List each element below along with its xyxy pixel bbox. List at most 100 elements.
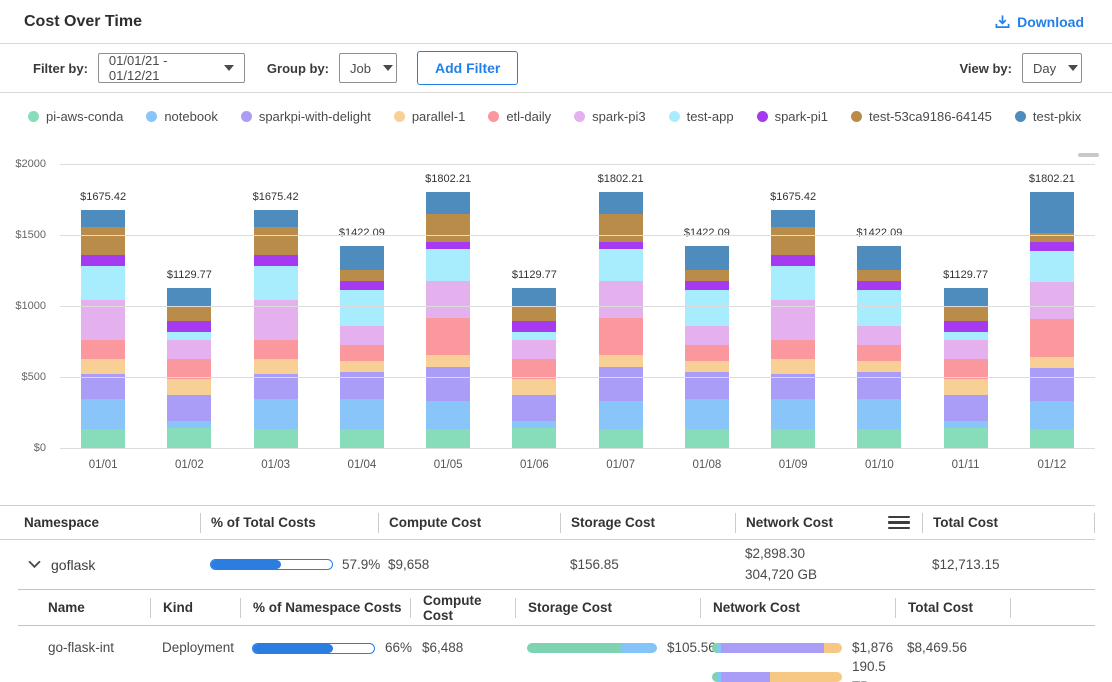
bar-segment-parallel-1[interactable]: [254, 359, 298, 374]
column-header-total[interactable]: Total Cost: [922, 513, 1095, 533]
bar-segment-spark-pi3[interactable]: [599, 281, 643, 318]
bar-segment-pi-aws-conda[interactable]: [426, 429, 470, 448]
date-range-select[interactable]: 01/01/21 - 01/12/21: [98, 53, 245, 83]
column-header-kind[interactable]: Kind: [150, 598, 240, 618]
bar-segment-spark-pi3[interactable]: [1030, 282, 1074, 319]
bar-segment-parallel-1[interactable]: [857, 361, 901, 372]
legend-item-parallel-1[interactable]: parallel-1: [394, 109, 465, 124]
bar-segment-test-pkix[interactable]: [599, 192, 643, 213]
bar-segment-test-app[interactable]: [81, 266, 125, 300]
bar-segment-spark-pi1[interactable]: [944, 321, 988, 332]
bar-segment-etl-daily[interactable]: [167, 359, 211, 379]
stacked-bar-01/05[interactable]: [426, 192, 470, 448]
bar-segment-pi-aws-conda[interactable]: [599, 429, 643, 448]
bar-segment-test-53ca9186-64145[interactable]: [167, 307, 211, 322]
bar-segment-parallel-1[interactable]: [771, 359, 815, 374]
bar-segment-test-pkix[interactable]: [944, 288, 988, 307]
bar-segment-spark-pi1[interactable]: [254, 255, 298, 266]
bar-segment-etl-daily[interactable]: [685, 345, 729, 361]
stacked-bar-01/01[interactable]: [81, 210, 125, 448]
bar-segment-spark-pi1[interactable]: [512, 321, 556, 332]
namespace-expand-toggle[interactable]: goflask: [0, 557, 200, 573]
bar-segment-notebook[interactable]: [426, 401, 470, 430]
bar-segment-spark-pi3[interactable]: [340, 326, 384, 345]
bar-segment-notebook[interactable]: [81, 399, 125, 429]
bar-segment-sparkpi-with-delight[interactable]: [426, 367, 470, 401]
bar-segment-sparkpi-with-delight[interactable]: [944, 395, 988, 422]
bar-segment-test-53ca9186-64145[interactable]: [426, 214, 470, 243]
bar-segment-test-53ca9186-64145[interactable]: [512, 307, 556, 322]
bar-segment-test-53ca9186-64145[interactable]: [340, 270, 384, 282]
bar-segment-notebook[interactable]: [857, 399, 901, 429]
bar-segment-test-app[interactable]: [254, 266, 298, 300]
stacked-bar-01/03[interactable]: [254, 210, 298, 448]
bar-segment-test-53ca9186-64145[interactable]: [81, 227, 125, 255]
legend-item-test-app[interactable]: test-app: [669, 109, 734, 124]
stacked-bar-01/07[interactable]: [599, 192, 643, 448]
column-header-storage[interactable]: Storage Cost: [560, 513, 735, 533]
bar-segment-notebook[interactable]: [167, 421, 211, 428]
bar-segment-test-53ca9186-64145[interactable]: [685, 270, 729, 282]
bar-segment-test-app[interactable]: [599, 249, 643, 281]
bar-segment-test-pkix[interactable]: [1030, 192, 1074, 233]
bar-segment-test-app[interactable]: [944, 332, 988, 340]
column-header-compute[interactable]: Compute Cost: [378, 513, 560, 533]
column-header-total[interactable]: Total Cost: [895, 598, 1010, 618]
stacked-bar-01/08[interactable]: [685, 246, 729, 448]
bar-segment-test-app[interactable]: [340, 290, 384, 325]
bar-segment-pi-aws-conda[interactable]: [1030, 429, 1074, 448]
bar-segment-test-pkix[interactable]: [254, 210, 298, 227]
bar-segment-pi-aws-conda[interactable]: [512, 428, 556, 448]
column-header-compute[interactable]: Compute Cost: [410, 598, 515, 618]
bar-segment-etl-daily[interactable]: [512, 359, 556, 379]
download-button[interactable]: Download: [995, 14, 1084, 30]
bar-segment-test-pkix[interactable]: [167, 288, 211, 307]
bar-segment-test-app[interactable]: [512, 332, 556, 340]
legend-item-test-53ca9186-64145[interactable]: test-53ca9186-64145: [851, 109, 992, 124]
bar-segment-etl-daily[interactable]: [857, 345, 901, 361]
bar-segment-pi-aws-conda[interactable]: [81, 429, 125, 448]
bar-segment-sparkpi-with-delight[interactable]: [599, 367, 643, 401]
bar-segment-parallel-1[interactable]: [81, 359, 125, 374]
bar-segment-test-pkix[interactable]: [771, 210, 815, 227]
bar-segment-spark-pi1[interactable]: [167, 321, 211, 332]
bar-segment-etl-daily[interactable]: [81, 340, 125, 359]
stacked-bar-01/09[interactable]: [771, 210, 815, 448]
bar-segment-test-53ca9186-64145[interactable]: [599, 214, 643, 243]
bar-segment-etl-daily[interactable]: [1030, 319, 1074, 357]
bar-segment-test-pkix[interactable]: [81, 210, 125, 227]
column-header-network[interactable]: Network Cost: [735, 513, 922, 533]
bar-segment-sparkpi-with-delight[interactable]: [512, 395, 556, 422]
bar-segment-pi-aws-conda[interactable]: [857, 429, 901, 448]
legend-item-spark-pi1[interactable]: spark-pi1: [757, 109, 828, 124]
bar-segment-spark-pi3[interactable]: [167, 340, 211, 359]
bar-segment-spark-pi3[interactable]: [857, 326, 901, 345]
stacked-bar-01/02[interactable]: [167, 288, 211, 448]
bar-segment-test-pkix[interactable]: [857, 246, 901, 270]
bar-segment-test-53ca9186-64145[interactable]: [771, 227, 815, 255]
bar-segment-notebook[interactable]: [512, 421, 556, 428]
bar-segment-notebook[interactable]: [944, 421, 988, 428]
bar-segment-test-pkix[interactable]: [512, 288, 556, 307]
bar-segment-etl-daily[interactable]: [426, 318, 470, 355]
legend-item-test-pkix[interactable]: test-pkix: [1015, 109, 1081, 124]
bar-segment-test-53ca9186-64145[interactable]: [254, 227, 298, 255]
legend-item-etl-daily[interactable]: etl-daily: [488, 109, 551, 124]
bar-segment-test-app[interactable]: [771, 266, 815, 300]
bar-segment-test-pkix[interactable]: [340, 246, 384, 270]
bar-segment-spark-pi1[interactable]: [771, 255, 815, 266]
column-header-storage[interactable]: Storage Cost: [515, 598, 700, 618]
stacked-bar-01/04[interactable]: [340, 246, 384, 448]
bar-segment-test-app[interactable]: [167, 332, 211, 340]
bar-segment-spark-pi1[interactable]: [340, 281, 384, 290]
column-header-pct-namespace[interactable]: % of Namespace Costs: [240, 598, 410, 618]
column-header-network[interactable]: Network Cost: [700, 598, 895, 618]
bar-segment-test-app[interactable]: [426, 249, 470, 281]
bar-segment-spark-pi3[interactable]: [685, 326, 729, 345]
bar-segment-etl-daily[interactable]: [771, 340, 815, 359]
bar-segment-spark-pi1[interactable]: [685, 281, 729, 290]
bar-segment-pi-aws-conda[interactable]: [771, 429, 815, 448]
bar-segment-spark-pi1[interactable]: [599, 242, 643, 249]
view-by-select[interactable]: Day: [1022, 53, 1082, 83]
bar-segment-parallel-1[interactable]: [340, 361, 384, 372]
